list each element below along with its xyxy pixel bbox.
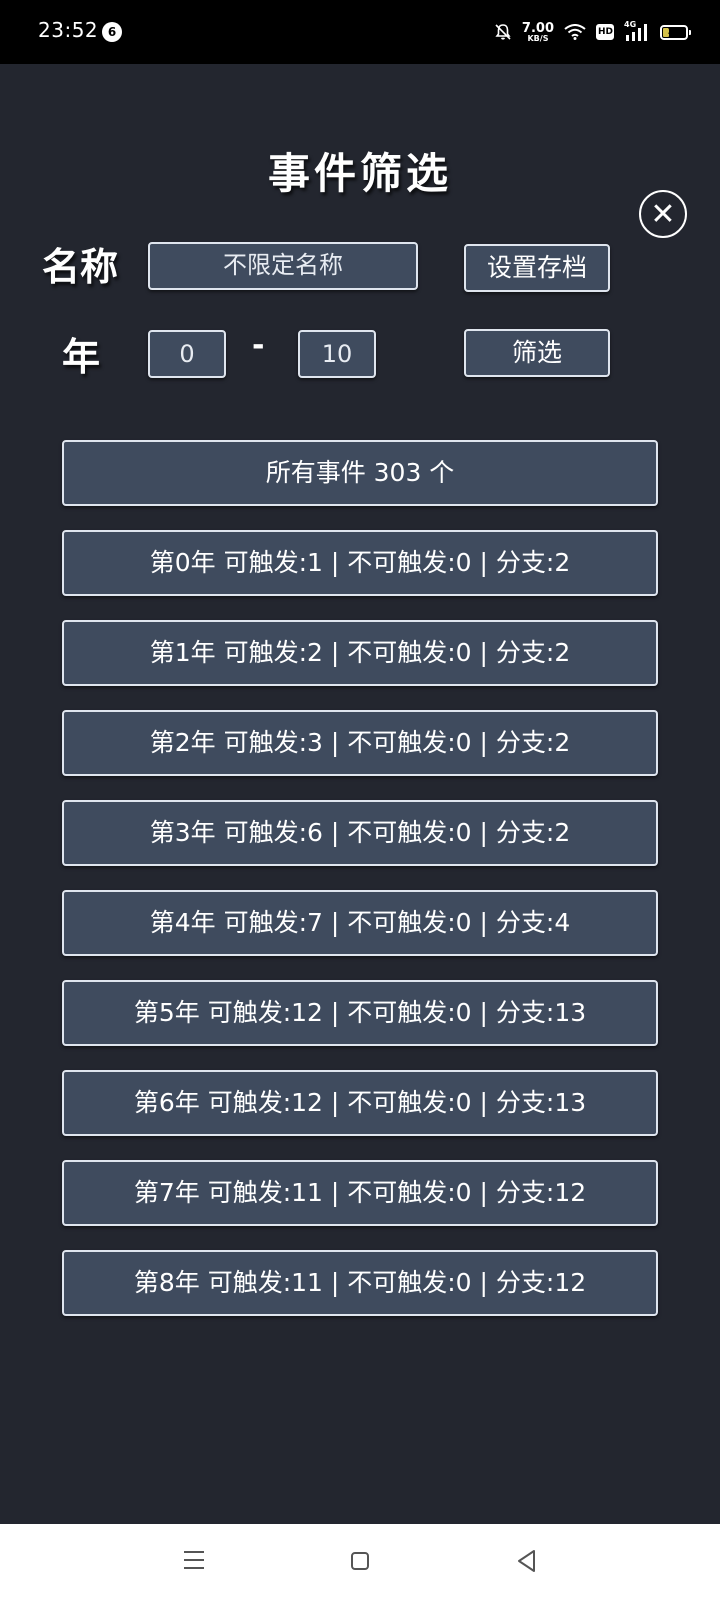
- signal-icon: 4G: [624, 20, 650, 42]
- system-nav-bar: [0, 1524, 720, 1600]
- year-from-input[interactable]: 0: [148, 330, 226, 378]
- year-event-row[interactable]: 第7年 可触发:11 | 不可触发:0 | 分支:12: [62, 1160, 658, 1226]
- battery-level: 28: [667, 26, 681, 37]
- network-speed: 7.00 KB/S: [522, 22, 554, 43]
- year-range-separator: -: [252, 328, 265, 363]
- hd-icon: HD: [596, 24, 614, 40]
- year-event-row[interactable]: 第8年 可触发:11 | 不可触发:0 | 分支:12: [62, 1250, 658, 1316]
- notification-count-badge: 6: [102, 22, 122, 42]
- mute-bell-icon: [495, 24, 511, 40]
- year-event-row[interactable]: 第1年 可触发:2 | 不可触发:0 | 分支:2: [62, 620, 658, 686]
- close-button[interactable]: ✕: [639, 190, 687, 238]
- year-to-input[interactable]: 10: [298, 330, 376, 378]
- year-event-row[interactable]: 第6年 可触发:12 | 不可触发:0 | 分支:13: [62, 1070, 658, 1136]
- year-event-row[interactable]: 第4年 可触发:7 | 不可触发:0 | 分支:4: [62, 890, 658, 956]
- status-icons: 7.00 KB/S HD 4G 28: [494, 17, 691, 47]
- year-event-row[interactable]: 第3年 可触发:6 | 不可触发:0 | 分支:2: [62, 800, 658, 866]
- all-events-button[interactable]: 所有事件 303 个: [62, 440, 658, 506]
- close-icon: ✕: [650, 197, 676, 232]
- filter-button[interactable]: 筛选: [464, 329, 610, 377]
- page-title: 事件筛选: [267, 149, 452, 198]
- name-label: 名称: [42, 245, 119, 289]
- menu-icon[interactable]: [184, 1551, 204, 1569]
- year-event-row[interactable]: 第5年 可触发:12 | 不可触发:0 | 分支:13: [62, 980, 658, 1046]
- home-icon[interactable]: [351, 1552, 369, 1570]
- status-time: 23:52: [38, 18, 99, 42]
- wifi-icon: [564, 24, 586, 40]
- year-event-row[interactable]: 第2年 可触发:3 | 不可触发:0 | 分支:2: [62, 710, 658, 776]
- year-event-row[interactable]: 第0年 可触发:1 | 不可触发:0 | 分支:2: [62, 530, 658, 596]
- set-save-button[interactable]: 设置存档: [464, 244, 610, 292]
- back-icon[interactable]: [514, 1548, 538, 1574]
- network-speed-unit: KB/S: [527, 33, 549, 43]
- network-speed-value: 7.00: [521, 20, 554, 36]
- battery-icon: 28: [660, 24, 691, 40]
- year-label: 年: [62, 335, 101, 379]
- name-input[interactable]: 不限定名称: [148, 242, 418, 290]
- status-bar: 23:52 6 7.00 KB/S HD 4G 28: [0, 0, 720, 64]
